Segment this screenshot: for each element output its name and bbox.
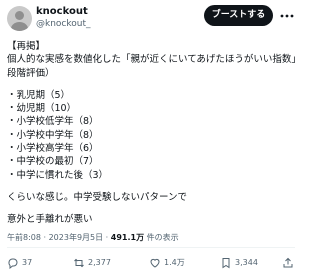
post-line: 段階評価） (7, 67, 55, 79)
post-line: 個人的な実感を数値化した「親が近くにいてあげたほうがいい指数」（10 (7, 54, 295, 66)
share-button[interactable] (282, 256, 294, 270)
divider (7, 247, 295, 248)
like-count: 1.4万 (164, 258, 185, 267)
post-meta: 午前8:08 · 2023年9月5日 · 491.1万 件の表示 (7, 232, 179, 243)
views-label: 件の表示 (144, 233, 179, 242)
post-line: ・中学校の最初（7） (7, 156, 99, 168)
more-options-icon[interactable] (279, 8, 295, 22)
share-icon (283, 257, 293, 267)
reply-count: 37 (22, 258, 33, 267)
like-button[interactable]: 1.4万 (149, 256, 185, 270)
reply-icon (8, 258, 18, 270)
post-line: ・中学に慣れた後（3） (7, 169, 109, 181)
boost-button[interactable]: ブーストする (204, 5, 273, 26)
timestamp[interactable]: 午前8:08 · 2023年9月5日 · (7, 233, 111, 242)
avatar[interactable] (7, 6, 32, 31)
post-line: ・小学校高学年（6） (7, 143, 99, 155)
post-text: 【再掲】 個人的な実感を数値化した「親が近くにいてあげたほうがいい指数」（10 … (7, 40, 295, 227)
repost-count: 2,377 (88, 258, 111, 267)
post-line: くらいな感じ。中学受験しないパターンで (7, 191, 188, 203)
repost-button[interactable]: 2,377 (73, 256, 111, 270)
author-handle[interactable]: @knockout_ (36, 18, 91, 30)
views-count: 491.1万 (110, 233, 145, 242)
author-name[interactable]: knockout (36, 5, 88, 18)
post-line: ・乳児期（5） (7, 89, 71, 101)
bookmark-count: 3,344 (235, 258, 258, 267)
post-line: ・小学校低学年（8） (7, 116, 99, 128)
bookmark-icon (222, 258, 230, 269)
heart-icon (150, 258, 160, 268)
post-header: knockout @knockout_ ブーストする (0, 0, 300, 38)
action-bar: 37 2,377 1.4万 3,344 (0, 252, 300, 272)
post-line: 【再掲】 (7, 41, 46, 52)
post-line: ・幼児期（10） (7, 103, 77, 115)
repost-icon (74, 258, 84, 268)
post-line: ・小学校中学年（8） (7, 129, 99, 141)
reply-button[interactable]: 37 (7, 256, 32, 270)
bookmark-button[interactable]: 3,344 (220, 256, 258, 270)
post-line: 意外と手離れが悪い (7, 214, 93, 226)
